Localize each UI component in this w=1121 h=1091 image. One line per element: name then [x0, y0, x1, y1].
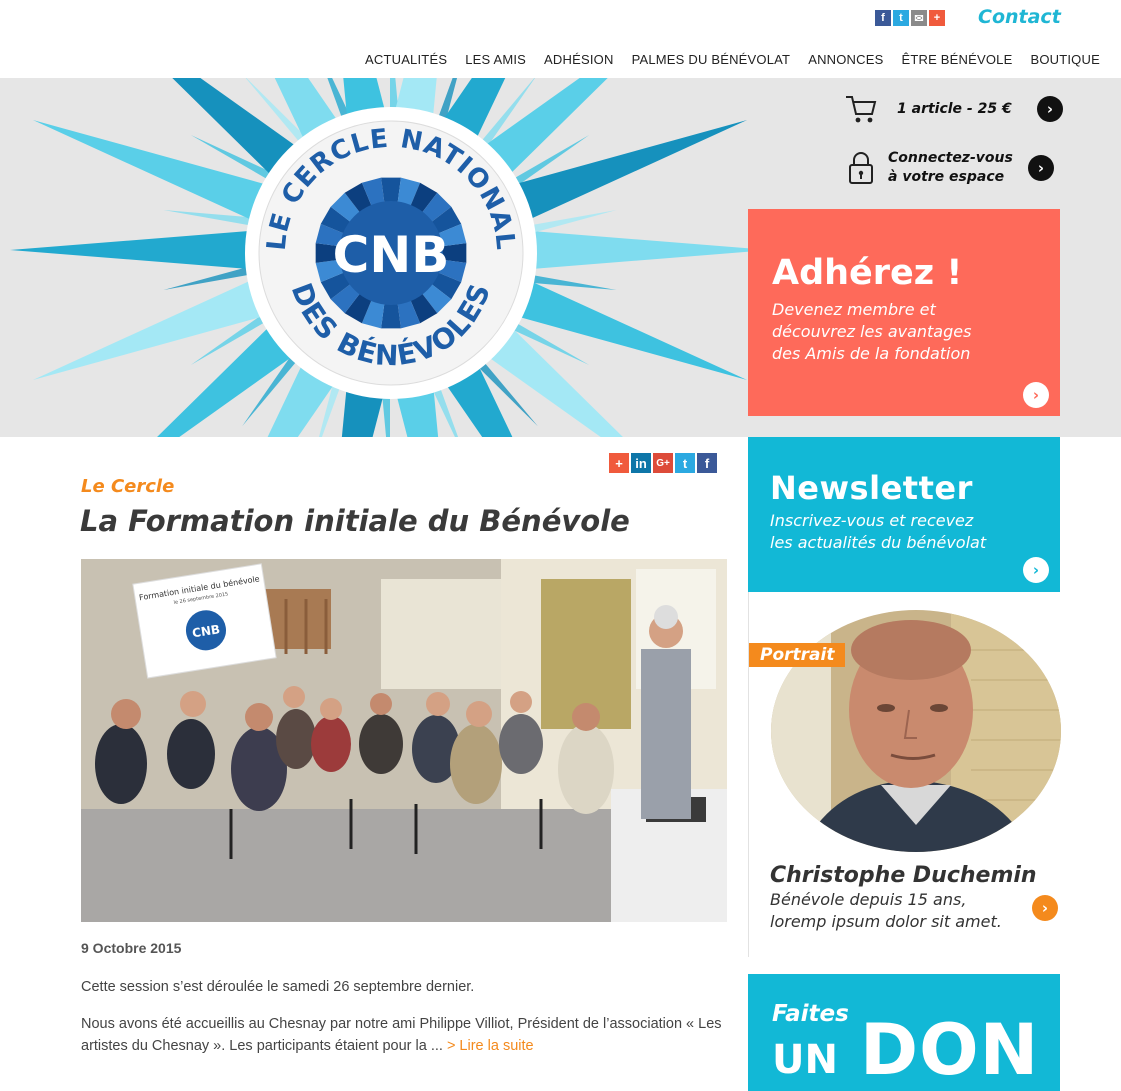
- newsletter-arrow-button[interactable]: ›: [1023, 557, 1049, 583]
- contact-link[interactable]: Contact: [978, 6, 1061, 28]
- newsletter-title: Newsletter: [770, 469, 973, 507]
- adherez-arrow-button[interactable]: ›: [1023, 382, 1049, 408]
- login-line-1: Connectez-vous: [888, 150, 1013, 166]
- plus-icon[interactable]: +: [929, 10, 945, 26]
- google-plus-icon[interactable]: G+: [653, 453, 673, 473]
- login-arrow-button[interactable]: ›: [1028, 155, 1054, 181]
- nav-boutique[interactable]: BOUTIQUE: [1021, 52, 1109, 67]
- nav-actualites[interactable]: ACTUALITÉS: [356, 52, 456, 67]
- portrait-tag: Portrait: [749, 643, 846, 667]
- newsletter-text: Inscrivez-vous et recevez les actualités…: [770, 510, 1030, 554]
- adherez-line-1: Devenez membre et: [772, 300, 936, 319]
- adherez-line-2: découvrez les avantages: [772, 322, 972, 341]
- newsletter-line-2: les actualités du bénévolat: [770, 533, 987, 552]
- newsletter-card[interactable]: Newsletter Inscrivez-vous et recevez les…: [748, 437, 1060, 592]
- facebook-icon[interactable]: f: [697, 453, 717, 473]
- read-more-link[interactable]: > Lire la suite: [447, 1038, 534, 1054]
- facebook-icon[interactable]: f: [875, 10, 891, 26]
- newsletter-line-1: Inscrivez-vous et recevez: [770, 511, 974, 530]
- article-photo[interactable]: Formation initiale du bénévole le 26 sep…: [81, 559, 727, 922]
- article-category[interactable]: Le Cercle: [81, 476, 174, 497]
- header-social-links: f t ✉ +: [875, 10, 945, 26]
- nav-palmes[interactable]: PALMES DU BÉNÉVOLAT: [623, 52, 800, 67]
- adherez-title: Adhérez !: [772, 253, 963, 293]
- article-date: 9 Octobre 2015: [81, 940, 182, 956]
- portrait-arrow-button[interactable]: ›: [1032, 895, 1058, 921]
- adherez-line-3: des Amis de la fondation: [772, 344, 971, 363]
- twitter-icon[interactable]: t: [893, 10, 909, 26]
- adherez-card[interactable]: Adhérez ! Devenez membre et découvrez le…: [748, 209, 1060, 416]
- login-line-2: à votre espace: [888, 169, 1005, 185]
- portrait-description: Bénévole depuis 15 ans, loremp ipsum dol…: [770, 889, 1030, 933]
- twitter-icon[interactable]: t: [675, 453, 695, 473]
- plus-icon[interactable]: +: [609, 453, 629, 473]
- don-line-2b: DON: [860, 1009, 1040, 1091]
- article-paragraph-2: Nous avons été accueillis au Chesnay par…: [81, 1013, 741, 1057]
- cart-summary: 1 article - 25 €: [897, 101, 1012, 117]
- article-title[interactable]: La Formation initiale du Bénévole: [80, 504, 630, 538]
- adherez-text: Devenez membre et découvrez les avantage…: [772, 299, 1012, 365]
- portrait-line-2: loremp ipsum dolor sit amet.: [770, 912, 1002, 931]
- donation-card[interactable]: Faites UN DON: [748, 974, 1060, 1091]
- login-label: Connectez-vous à votre espace: [888, 149, 1028, 187]
- cart-arrow-button[interactable]: ›: [1037, 96, 1063, 122]
- linkedin-icon[interactable]: in: [631, 453, 651, 473]
- portrait-card[interactable]: Portrait Christophe Duchemin Bénévole de…: [748, 592, 1061, 957]
- cart-link[interactable]: 1 article - 25 € ›: [845, 94, 1063, 124]
- don-line-1: Faites: [772, 1001, 849, 1027]
- cart-icon: [846, 96, 877, 123]
- main-nav: ACTUALITÉS LES AMIS ADHÉSION PALMES DU B…: [356, 52, 1109, 67]
- portrait-name: Christophe Duchemin: [770, 863, 1037, 888]
- logo-initials: CNB: [333, 226, 450, 284]
- cnb-logo[interactable]: LE CERCLE NATIONAL DES BÉNÉVOLES CNB: [245, 107, 537, 399]
- article-paragraph-2-text: Nous avons été accueillis au Chesnay par…: [81, 1016, 722, 1054]
- login-link[interactable]: Connectez-vous à votre espace ›: [848, 149, 1054, 187]
- nav-etre-benevole[interactable]: ÊTRE BÉNÉVOLE: [892, 52, 1021, 67]
- nav-annonces[interactable]: ANNONCES: [799, 52, 892, 67]
- nav-adhesion[interactable]: ADHÉSION: [535, 52, 623, 67]
- nav-les-amis[interactable]: LES AMIS: [456, 52, 535, 67]
- lock-icon: [849, 152, 873, 184]
- mail-icon[interactable]: ✉: [911, 10, 927, 26]
- don-line-2a: UN: [772, 1037, 838, 1083]
- portrait-line-1: Bénévole depuis 15 ans,: [770, 890, 967, 909]
- article-share-links: + in G+ t f: [609, 453, 717, 473]
- article-paragraph-1: Cette session s’est déroulée le samedi 2…: [81, 979, 475, 995]
